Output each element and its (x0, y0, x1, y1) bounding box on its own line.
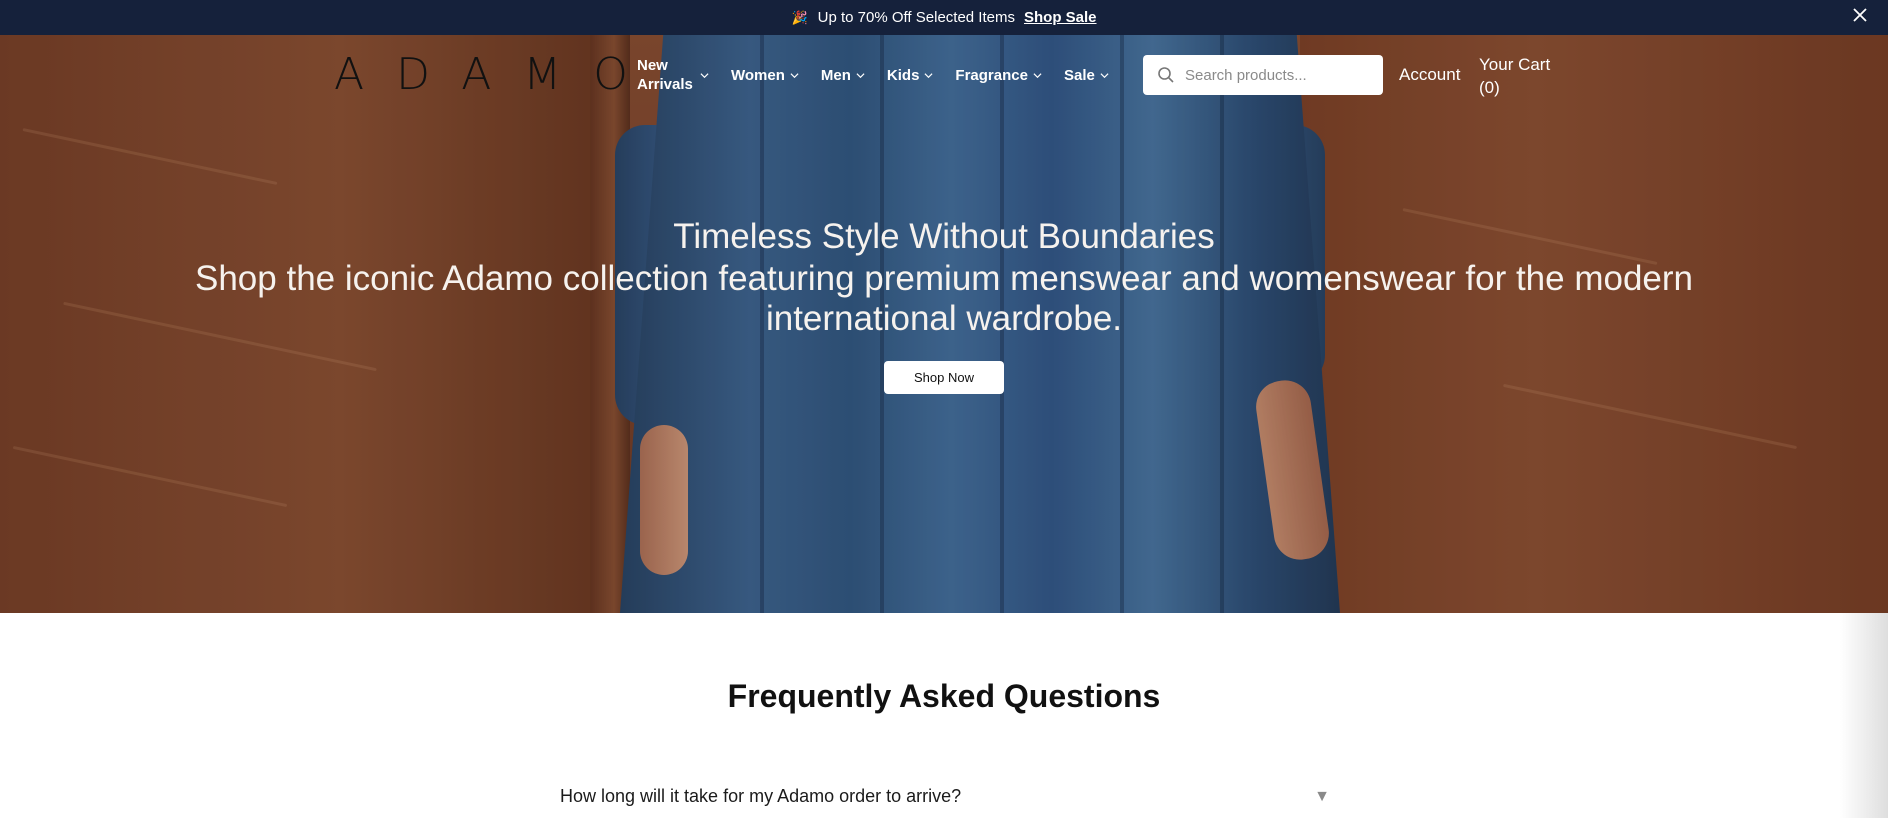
nav-item-sale[interactable]: Sale (1064, 66, 1109, 85)
nav-item-new-arrivals[interactable]: New Arrivals (637, 56, 709, 94)
hero-title: Timeless Style Without Boundaries (673, 217, 1215, 256)
edge-shadow (1840, 613, 1888, 818)
chevron-down-icon (1033, 71, 1042, 80)
page: 🎉 Up to 70% Off Selected Items Shop Sale… (0, 0, 1888, 818)
nav-item-label: New Arrivals (637, 57, 693, 93)
chevron-down-icon (1100, 71, 1109, 80)
search-box[interactable] (1143, 55, 1383, 95)
chevron-down-icon (700, 71, 709, 80)
nav-item-kids[interactable]: Kids (887, 66, 934, 85)
shop-now-button[interactable]: Shop Now (884, 361, 1004, 394)
brand-logo[interactable]: ADAMO (334, 51, 660, 99)
nav-item-fragrance[interactable]: Fragrance (955, 66, 1042, 85)
nav-item-label: Women (731, 66, 785, 84)
nav-item-men[interactable]: Men (821, 66, 865, 85)
cart-link[interactable]: Your Cart (0) (1479, 53, 1569, 99)
faq-question: How long will it take for my Adamo order… (560, 786, 962, 806)
party-cone-icon: 🎉 (791, 9, 808, 25)
hero-text: Timeless Style Without Boundaries Shop t… (0, 215, 1888, 339)
search-icon (1158, 67, 1174, 83)
shop-sale-link[interactable]: Shop Sale (1024, 9, 1097, 26)
chevron-down-icon (790, 71, 799, 80)
close-icon[interactable] (1852, 7, 1872, 27)
nav-item-label: Sale (1063, 66, 1095, 84)
nav-item-label: Men (820, 66, 851, 84)
nav-item-women[interactable]: Women (731, 66, 799, 85)
triangle-down-icon: ▼ (1314, 787, 1330, 805)
announcement-text: Up to 70% Off Selected Items (817, 9, 1015, 26)
main-nav: New Arrivals Women Men Kids Fragrance Sa… (637, 55, 1131, 95)
nav-item-label: Kids (886, 66, 920, 84)
search-input[interactable] (1185, 66, 1375, 84)
chevron-down-icon (924, 71, 933, 80)
chevron-down-icon (856, 71, 865, 80)
site-header: ADAMO New Arrivals Women Men Kids Fragra… (0, 35, 1888, 115)
nav-item-label: Fragrance (955, 66, 1028, 84)
faq-item[interactable]: How long will it take for my Adamo order… (560, 786, 1330, 807)
faq-title: Frequently Asked Questions (727, 678, 1161, 714)
account-link[interactable]: Account (1399, 65, 1460, 85)
announcement-bar: 🎉 Up to 70% Off Selected Items Shop Sale (0, 0, 1888, 35)
hero-subtitle: Shop the iconic Adamo collection featuri… (195, 259, 1693, 338)
